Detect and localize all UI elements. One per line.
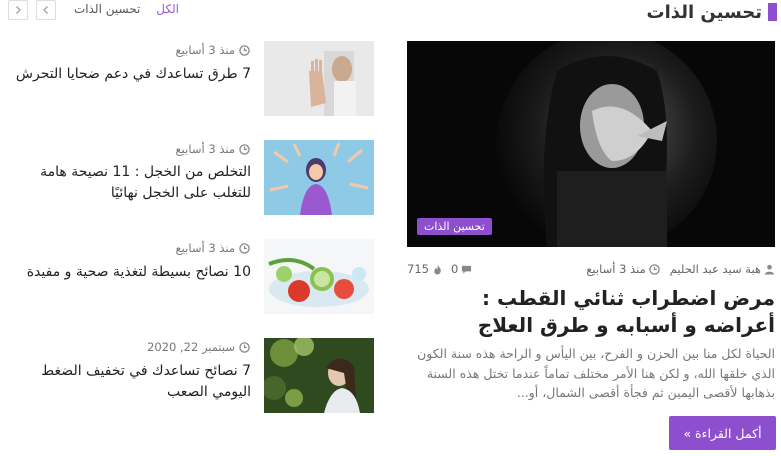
post-date: سبتمبر 22, 2020 (147, 340, 250, 354)
author-name: هبة سيد عبد الحليم (669, 262, 761, 276)
time-meta: منذ 3 أسابيع (586, 262, 660, 276)
featured-stats: 715 0 (407, 262, 472, 276)
filter-category-link[interactable]: تحسين الذات (74, 2, 140, 16)
title-accent-bar (768, 3, 777, 21)
featured-meta: هبة سيد عبد الحليم منذ 3 أسابيع (586, 262, 775, 276)
post-thumbnail[interactable] (264, 41, 374, 116)
comments-count[interactable]: 0 (451, 262, 472, 276)
post-time: سبتمبر 22, 2020 (147, 340, 235, 354)
post-photo (264, 140, 374, 215)
views-value: 715 (407, 262, 429, 276)
post-title[interactable]: 10 نصائح بسيطة لتغذية صحية و مفيدة (6, 262, 251, 283)
comments-value: 0 (450, 262, 459, 276)
post-date: منذ 3 أسابيع (176, 43, 250, 57)
post-photo (264, 338, 374, 413)
chevron-left-icon (42, 5, 49, 15)
featured-time: منذ 3 أسابيع (586, 262, 646, 276)
post-time: منذ 3 أسابيع (175, 43, 235, 57)
post-title[interactable]: التخلص من الخجل : 11 نصيحة هامة للتغلب ع… (6, 162, 251, 204)
post-time: منذ 3 أسابيع (175, 241, 235, 255)
read-more-button[interactable]: أكمل القراءة » (669, 416, 776, 450)
post-thumbnail[interactable] (264, 338, 374, 413)
user-icon (764, 264, 775, 275)
featured-photo (407, 41, 775, 247)
post-photo (264, 239, 374, 314)
comments-icon (462, 265, 472, 274)
category-filters: الكل تحسين الذات (74, 2, 179, 16)
clock-icon (239, 242, 250, 254)
chevron-right-icon (15, 5, 22, 15)
views-count: 715 (407, 262, 443, 276)
featured-title[interactable]: مرض اضطراب ثنائي القطب : أعراضه و أسبابه… (407, 285, 775, 339)
author-meta[interactable]: هبة سيد عبد الحليم (670, 262, 775, 276)
featured-excerpt: الحياة لكل منا بين الحزن و الفرح، بين ال… (417, 346, 775, 400)
post-date: منذ 3 أسابيع (176, 142, 250, 156)
post-time: منذ 3 أسابيع (175, 142, 235, 156)
fire-icon (434, 264, 441, 275)
clock-icon (239, 341, 250, 353)
featured-image[interactable] (407, 41, 775, 247)
post-photo (264, 41, 374, 116)
next-page-button[interactable] (36, 0, 56, 20)
featured-category-badge[interactable]: تحسين الذات (417, 218, 492, 235)
filter-all-link[interactable]: الكل (156, 2, 179, 16)
block-title: تحسين الذات (646, 1, 762, 23)
clock-icon (239, 44, 250, 56)
post-date: منذ 3 أسابيع (176, 241, 250, 255)
post-thumbnail[interactable] (264, 239, 374, 314)
clock-icon (239, 143, 250, 155)
post-title[interactable]: 7 طرق تساعدك في دعم ضحايا التحرش (6, 64, 251, 85)
prev-page-button[interactable] (8, 0, 28, 20)
post-thumbnail[interactable] (264, 140, 374, 215)
post-title[interactable]: 7 نصائح تساعدك في تخفيف الضغط اليومي الص… (6, 361, 251, 403)
clock-icon (649, 263, 660, 275)
block-header: تحسين الذات (647, 0, 777, 24)
